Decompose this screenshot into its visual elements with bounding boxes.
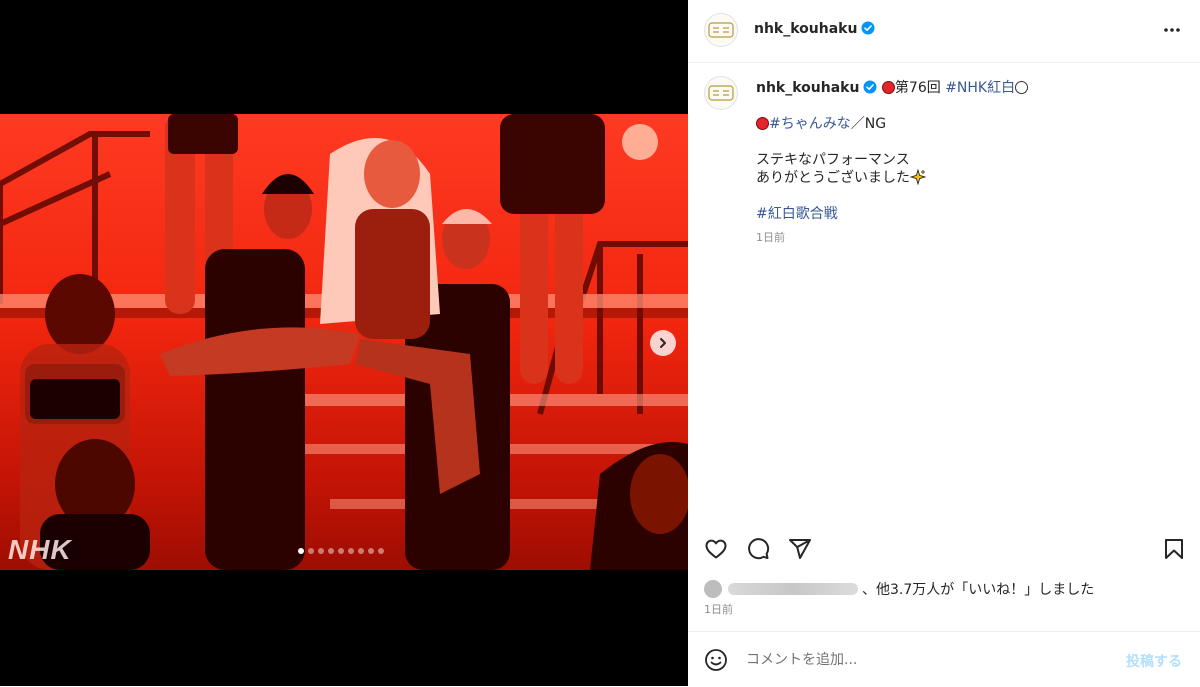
account-username-link[interactable]: nhk_kouhaku xyxy=(754,21,875,37)
post-timestamp[interactable]: 1日前 xyxy=(704,601,733,617)
hashtag-kouhaku-utagassen[interactable]: #紅白歌合戦 xyxy=(756,205,1176,223)
liker-avatar[interactable] xyxy=(704,580,722,598)
caption-line-3: ステキなパフォーマンス xyxy=(756,152,910,168)
caption-line-4: ありがとうございました xyxy=(756,170,910,186)
carousel-dot xyxy=(328,548,334,554)
post-actions xyxy=(688,537,1200,567)
comment-icon[interactable] xyxy=(746,537,770,561)
account-avatar[interactable] xyxy=(704,13,738,47)
verified-badge-icon xyxy=(863,80,877,94)
carousel-dot xyxy=(308,548,314,554)
account-username[interactable]: nhk_kouhaku xyxy=(754,21,857,37)
caption-username[interactable]: nhk_kouhaku xyxy=(756,80,859,96)
carousel-next-button[interactable] xyxy=(650,330,676,356)
bookmark-icon[interactable] xyxy=(1162,537,1186,561)
hashtag-chanmina[interactable]: #ちゃんみな xyxy=(769,116,851,132)
caption-avatar[interactable] xyxy=(704,76,738,110)
white-circle-icon xyxy=(1015,81,1029,94)
share-icon[interactable] xyxy=(788,537,812,561)
nhk-watermark: NHK xyxy=(8,534,72,565)
stage-performance-image xyxy=(0,114,688,570)
likes-summary[interactable]: 、他3.7万人が「いいね！」しました xyxy=(704,579,1094,599)
post-details-panel: nhk_kouhaku nhk_kouhaku 第76回 #NHK紅白 #ちゃん… xyxy=(688,0,1200,686)
post-media: NHK xyxy=(0,0,688,686)
sparkle-icon xyxy=(909,168,927,186)
carousel-dot xyxy=(338,548,344,554)
post-photo[interactable] xyxy=(0,114,688,570)
caption-edition: 第76回 xyxy=(894,80,941,96)
carousel-dot xyxy=(368,548,374,554)
emoji-icon[interactable] xyxy=(704,648,728,672)
caption-timestamp[interactable]: 1日前 xyxy=(756,229,1176,247)
liker-name-blurred xyxy=(728,583,858,595)
post-caption: nhk_kouhaku 第76回 #NHK紅白 #ちゃんみな／NG ステキなパフ… xyxy=(756,79,1176,247)
carousel-dot xyxy=(378,548,384,554)
carousel-indicator xyxy=(298,548,384,554)
post-comment-button[interactable]: 投稿する xyxy=(1126,651,1182,671)
hashtag-nhk-kouhaku[interactable]: #NHK紅白 xyxy=(945,80,1015,96)
comment-bar: 投稿する xyxy=(688,631,1200,687)
carousel-dot xyxy=(298,548,304,554)
red-circle-icon xyxy=(756,117,769,130)
red-circle-icon xyxy=(881,81,895,94)
kouhaku-logo-icon xyxy=(708,85,734,101)
carousel-dot xyxy=(358,548,364,554)
caption-song: ／NG xyxy=(850,116,887,132)
carousel-dot xyxy=(348,548,354,554)
likes-count-text[interactable]: 、他3.7万人が「いいね！」しました xyxy=(862,579,1094,599)
chevron-right-icon xyxy=(660,338,666,348)
heart-icon[interactable] xyxy=(704,537,728,561)
verified-badge-icon xyxy=(861,21,875,35)
post-header: nhk_kouhaku xyxy=(688,0,1200,63)
comment-input[interactable] xyxy=(744,645,1108,675)
carousel-dot xyxy=(318,548,324,554)
kouhaku-logo-icon xyxy=(708,22,734,38)
more-options-icon[interactable] xyxy=(1162,20,1182,40)
